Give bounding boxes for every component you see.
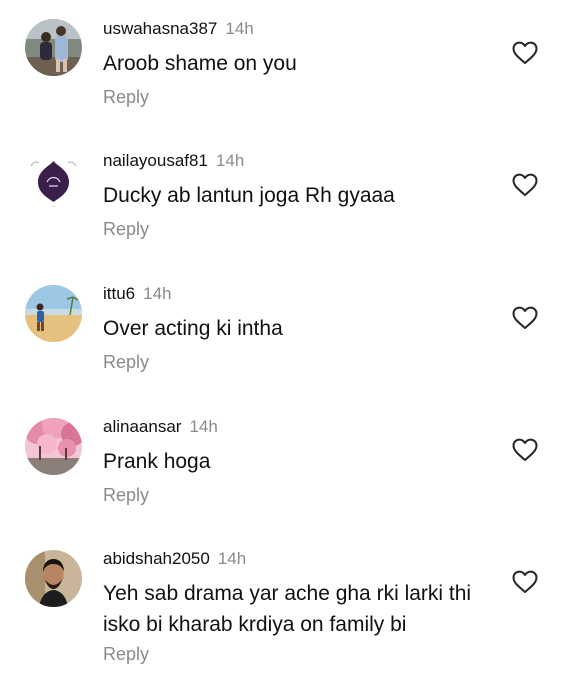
reply-button[interactable]: Reply	[103, 218, 149, 240]
timestamp: 14h	[215, 151, 245, 170]
comment-meta: ittu6 14h	[103, 283, 172, 305]
avatar[interactable]	[25, 285, 82, 342]
timestamp: 14h	[217, 549, 247, 568]
username-link[interactable]: abidshah2050	[103, 549, 210, 568]
purple-lantern-logo-icon: ·····	[25, 152, 82, 209]
photo-child-on-beach-icon	[25, 285, 82, 342]
like-button[interactable]	[512, 173, 538, 197]
comment-meta: alinaansar 14h	[103, 416, 218, 438]
like-button[interactable]	[512, 438, 538, 462]
reply-button[interactable]: Reply	[103, 643, 149, 665]
comment-text: Yeh sab drama yar ache gha rki larki thi…	[103, 582, 472, 636]
heart-outline-icon	[512, 173, 538, 196]
like-button[interactable]	[512, 570, 538, 594]
photo-two-children-icon	[25, 19, 82, 76]
like-button[interactable]	[512, 306, 538, 330]
avatar[interactable]	[25, 550, 82, 607]
username-link[interactable]: alinaansar	[103, 417, 181, 436]
timestamp: 14h	[189, 417, 218, 436]
username-link[interactable]: uswahasna387	[103, 19, 217, 38]
comment-text: Aroob shame on you	[103, 52, 297, 75]
comment-meta: abidshah2050 14h	[103, 548, 246, 570]
timestamp: 14h	[225, 19, 254, 38]
reply-button[interactable]: Reply	[103, 351, 149, 373]
reply-button[interactable]: Reply	[103, 484, 149, 506]
username-link[interactable]: ittu6	[103, 284, 135, 303]
heart-outline-icon	[512, 41, 538, 64]
heart-outline-icon	[512, 438, 538, 461]
comment-meta: nailayousaf81 14h	[103, 150, 244, 172]
comment-text: Prank hoga	[103, 450, 211, 473]
heart-outline-icon	[512, 570, 538, 593]
heart-outline-icon	[512, 306, 538, 329]
photo-man-portrait-icon	[25, 550, 82, 607]
svg-text:·····: ·····	[50, 204, 56, 209]
timestamp: 14h	[143, 284, 172, 303]
comment-text: Ducky ab lantun joga Rh gyaaa	[103, 184, 395, 207]
avatar[interactable]	[25, 19, 82, 76]
comment-meta: uswahasna387 14h	[103, 18, 254, 40]
comment-item: abidshah2050 14h Yeh sab drama yar ache g…	[0, 548, 570, 668]
comment-item: alinaansar 14h Prank hoga Reply	[0, 416, 570, 511]
avatar[interactable]: ·····	[25, 152, 82, 209]
comment-item: uswahasna387 14h Aroob shame on you Reply	[0, 18, 570, 113]
comment-item: ittu6 14h Over acting ki intha Reply	[0, 283, 570, 378]
comment-item: ····· nailayousaf81 14h Ducky ab lantun j…	[0, 150, 570, 245]
photo-pink-blossom-trees-icon	[25, 418, 82, 475]
username-link[interactable]: nailayousaf81	[103, 151, 208, 170]
comment-text: Over acting ki intha	[103, 317, 283, 340]
avatar[interactable]	[25, 418, 82, 475]
reply-button[interactable]: Reply	[103, 86, 149, 108]
like-button[interactable]	[512, 41, 538, 65]
